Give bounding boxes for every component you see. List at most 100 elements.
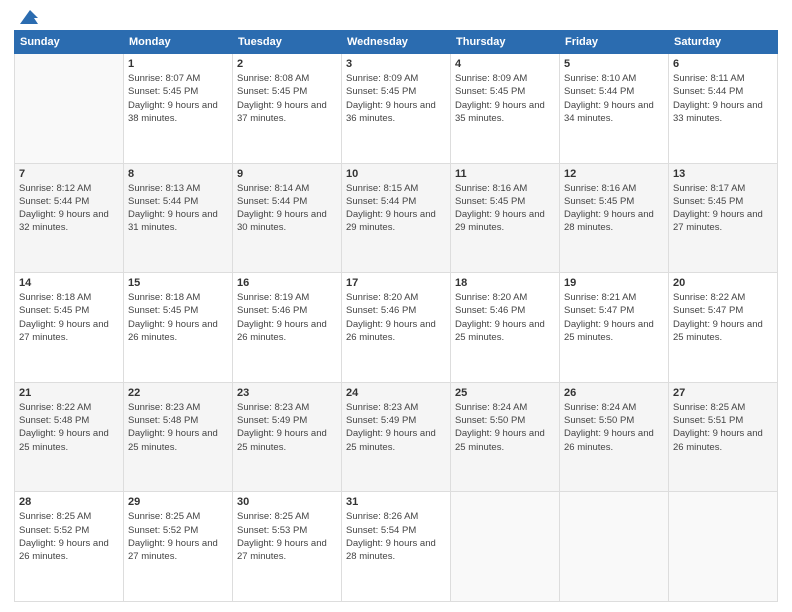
day-info: Sunrise: 8:22 AM Sunset: 5:48 PM Dayligh… — [19, 401, 119, 454]
page: SundayMondayTuesdayWednesdayThursdayFrid… — [0, 0, 792, 612]
day-number: 3 — [346, 58, 446, 70]
day-info: Sunrise: 8:26 AM Sunset: 5:54 PM Dayligh… — [346, 510, 446, 563]
day-info: Sunrise: 8:25 AM Sunset: 5:53 PM Dayligh… — [237, 510, 337, 563]
day-info: Sunrise: 8:16 AM Sunset: 5:45 PM Dayligh… — [455, 182, 555, 235]
calendar-cell: 20 Sunrise: 8:22 AM Sunset: 5:47 PM Dayl… — [669, 273, 778, 383]
calendar-cell: 8 Sunrise: 8:13 AM Sunset: 5:44 PM Dayli… — [124, 163, 233, 273]
calendar-cell: 16 Sunrise: 8:19 AM Sunset: 5:46 PM Dayl… — [233, 273, 342, 383]
calendar-table: SundayMondayTuesdayWednesdayThursdayFrid… — [14, 30, 778, 602]
day-info: Sunrise: 8:08 AM Sunset: 5:45 PM Dayligh… — [237, 72, 337, 125]
calendar-cell — [560, 492, 669, 602]
day-info: Sunrise: 8:10 AM Sunset: 5:44 PM Dayligh… — [564, 72, 664, 125]
calendar-cell: 1 Sunrise: 8:07 AM Sunset: 5:45 PM Dayli… — [124, 54, 233, 164]
calendar-cell: 3 Sunrise: 8:09 AM Sunset: 5:45 PM Dayli… — [342, 54, 451, 164]
calendar-cell — [669, 492, 778, 602]
day-number: 22 — [128, 387, 228, 399]
day-number: 24 — [346, 387, 446, 399]
day-number: 25 — [455, 387, 555, 399]
logo-icon — [16, 8, 38, 28]
day-info: Sunrise: 8:18 AM Sunset: 5:45 PM Dayligh… — [128, 291, 228, 344]
calendar-cell: 11 Sunrise: 8:16 AM Sunset: 5:45 PM Dayl… — [451, 163, 560, 273]
calendar-cell: 4 Sunrise: 8:09 AM Sunset: 5:45 PM Dayli… — [451, 54, 560, 164]
day-info: Sunrise: 8:17 AM Sunset: 5:45 PM Dayligh… — [673, 182, 773, 235]
day-info: Sunrise: 8:20 AM Sunset: 5:46 PM Dayligh… — [455, 291, 555, 344]
calendar-cell: 31 Sunrise: 8:26 AM Sunset: 5:54 PM Dayl… — [342, 492, 451, 602]
calendar-cell: 9 Sunrise: 8:14 AM Sunset: 5:44 PM Dayli… — [233, 163, 342, 273]
calendar-cell: 15 Sunrise: 8:18 AM Sunset: 5:45 PM Dayl… — [124, 273, 233, 383]
day-info: Sunrise: 8:24 AM Sunset: 5:50 PM Dayligh… — [564, 401, 664, 454]
day-number: 1 — [128, 58, 228, 70]
day-number: 15 — [128, 277, 228, 289]
day-info: Sunrise: 8:20 AM Sunset: 5:46 PM Dayligh… — [346, 291, 446, 344]
day-number: 27 — [673, 387, 773, 399]
calendar-week-row: 28 Sunrise: 8:25 AM Sunset: 5:52 PM Dayl… — [15, 492, 778, 602]
day-info: Sunrise: 8:19 AM Sunset: 5:46 PM Dayligh… — [237, 291, 337, 344]
calendar-week-row: 7 Sunrise: 8:12 AM Sunset: 5:44 PM Dayli… — [15, 163, 778, 273]
day-info: Sunrise: 8:25 AM Sunset: 5:51 PM Dayligh… — [673, 401, 773, 454]
calendar-cell: 6 Sunrise: 8:11 AM Sunset: 5:44 PM Dayli… — [669, 54, 778, 164]
day-info: Sunrise: 8:07 AM Sunset: 5:45 PM Dayligh… — [128, 72, 228, 125]
calendar-header-tuesday: Tuesday — [233, 31, 342, 54]
calendar-cell: 2 Sunrise: 8:08 AM Sunset: 5:45 PM Dayli… — [233, 54, 342, 164]
day-number: 13 — [673, 168, 773, 180]
day-info: Sunrise: 8:25 AM Sunset: 5:52 PM Dayligh… — [128, 510, 228, 563]
day-info: Sunrise: 8:09 AM Sunset: 5:45 PM Dayligh… — [455, 72, 555, 125]
calendar-header-wednesday: Wednesday — [342, 31, 451, 54]
calendar-cell: 24 Sunrise: 8:23 AM Sunset: 5:49 PM Dayl… — [342, 382, 451, 492]
day-number: 16 — [237, 277, 337, 289]
calendar-cell: 7 Sunrise: 8:12 AM Sunset: 5:44 PM Dayli… — [15, 163, 124, 273]
day-info: Sunrise: 8:09 AM Sunset: 5:45 PM Dayligh… — [346, 72, 446, 125]
calendar-week-row: 21 Sunrise: 8:22 AM Sunset: 5:48 PM Dayl… — [15, 382, 778, 492]
day-number: 31 — [346, 496, 446, 508]
day-number: 7 — [19, 168, 119, 180]
day-number: 14 — [19, 277, 119, 289]
calendar-cell — [451, 492, 560, 602]
day-number: 6 — [673, 58, 773, 70]
day-number: 17 — [346, 277, 446, 289]
day-number: 23 — [237, 387, 337, 399]
day-number: 8 — [128, 168, 228, 180]
logo — [14, 10, 38, 24]
day-info: Sunrise: 8:25 AM Sunset: 5:52 PM Dayligh… — [19, 510, 119, 563]
day-number: 11 — [455, 168, 555, 180]
calendar-cell: 12 Sunrise: 8:16 AM Sunset: 5:45 PM Dayl… — [560, 163, 669, 273]
calendar-cell: 27 Sunrise: 8:25 AM Sunset: 5:51 PM Dayl… — [669, 382, 778, 492]
calendar-cell — [15, 54, 124, 164]
calendar-week-row: 1 Sunrise: 8:07 AM Sunset: 5:45 PM Dayli… — [15, 54, 778, 164]
calendar-cell: 21 Sunrise: 8:22 AM Sunset: 5:48 PM Dayl… — [15, 382, 124, 492]
calendar-cell: 13 Sunrise: 8:17 AM Sunset: 5:45 PM Dayl… — [669, 163, 778, 273]
calendar-cell: 29 Sunrise: 8:25 AM Sunset: 5:52 PM Dayl… — [124, 492, 233, 602]
calendar-header-thursday: Thursday — [451, 31, 560, 54]
day-number: 9 — [237, 168, 337, 180]
calendar-cell: 26 Sunrise: 8:24 AM Sunset: 5:50 PM Dayl… — [560, 382, 669, 492]
calendar-header-sunday: Sunday — [15, 31, 124, 54]
day-number: 30 — [237, 496, 337, 508]
calendar-header-saturday: Saturday — [669, 31, 778, 54]
day-number: 20 — [673, 277, 773, 289]
day-number: 12 — [564, 168, 664, 180]
day-number: 28 — [19, 496, 119, 508]
day-info: Sunrise: 8:12 AM Sunset: 5:44 PM Dayligh… — [19, 182, 119, 235]
day-info: Sunrise: 8:23 AM Sunset: 5:49 PM Dayligh… — [237, 401, 337, 454]
day-info: Sunrise: 8:22 AM Sunset: 5:47 PM Dayligh… — [673, 291, 773, 344]
calendar-cell: 19 Sunrise: 8:21 AM Sunset: 5:47 PM Dayl… — [560, 273, 669, 383]
calendar-header-row: SundayMondayTuesdayWednesdayThursdayFrid… — [15, 31, 778, 54]
day-info: Sunrise: 8:24 AM Sunset: 5:50 PM Dayligh… — [455, 401, 555, 454]
day-number: 10 — [346, 168, 446, 180]
calendar-cell: 17 Sunrise: 8:20 AM Sunset: 5:46 PM Dayl… — [342, 273, 451, 383]
calendar-cell: 28 Sunrise: 8:25 AM Sunset: 5:52 PM Dayl… — [15, 492, 124, 602]
day-number: 5 — [564, 58, 664, 70]
day-info: Sunrise: 8:15 AM Sunset: 5:44 PM Dayligh… — [346, 182, 446, 235]
calendar-cell: 25 Sunrise: 8:24 AM Sunset: 5:50 PM Dayl… — [451, 382, 560, 492]
calendar-cell: 23 Sunrise: 8:23 AM Sunset: 5:49 PM Dayl… — [233, 382, 342, 492]
day-info: Sunrise: 8:14 AM Sunset: 5:44 PM Dayligh… — [237, 182, 337, 235]
day-number: 21 — [19, 387, 119, 399]
day-number: 2 — [237, 58, 337, 70]
calendar-week-row: 14 Sunrise: 8:18 AM Sunset: 5:45 PM Dayl… — [15, 273, 778, 383]
calendar-cell: 18 Sunrise: 8:20 AM Sunset: 5:46 PM Dayl… — [451, 273, 560, 383]
day-number: 19 — [564, 277, 664, 289]
day-info: Sunrise: 8:21 AM Sunset: 5:47 PM Dayligh… — [564, 291, 664, 344]
calendar-cell: 14 Sunrise: 8:18 AM Sunset: 5:45 PM Dayl… — [15, 273, 124, 383]
calendar-cell: 5 Sunrise: 8:10 AM Sunset: 5:44 PM Dayli… — [560, 54, 669, 164]
day-info: Sunrise: 8:23 AM Sunset: 5:48 PM Dayligh… — [128, 401, 228, 454]
